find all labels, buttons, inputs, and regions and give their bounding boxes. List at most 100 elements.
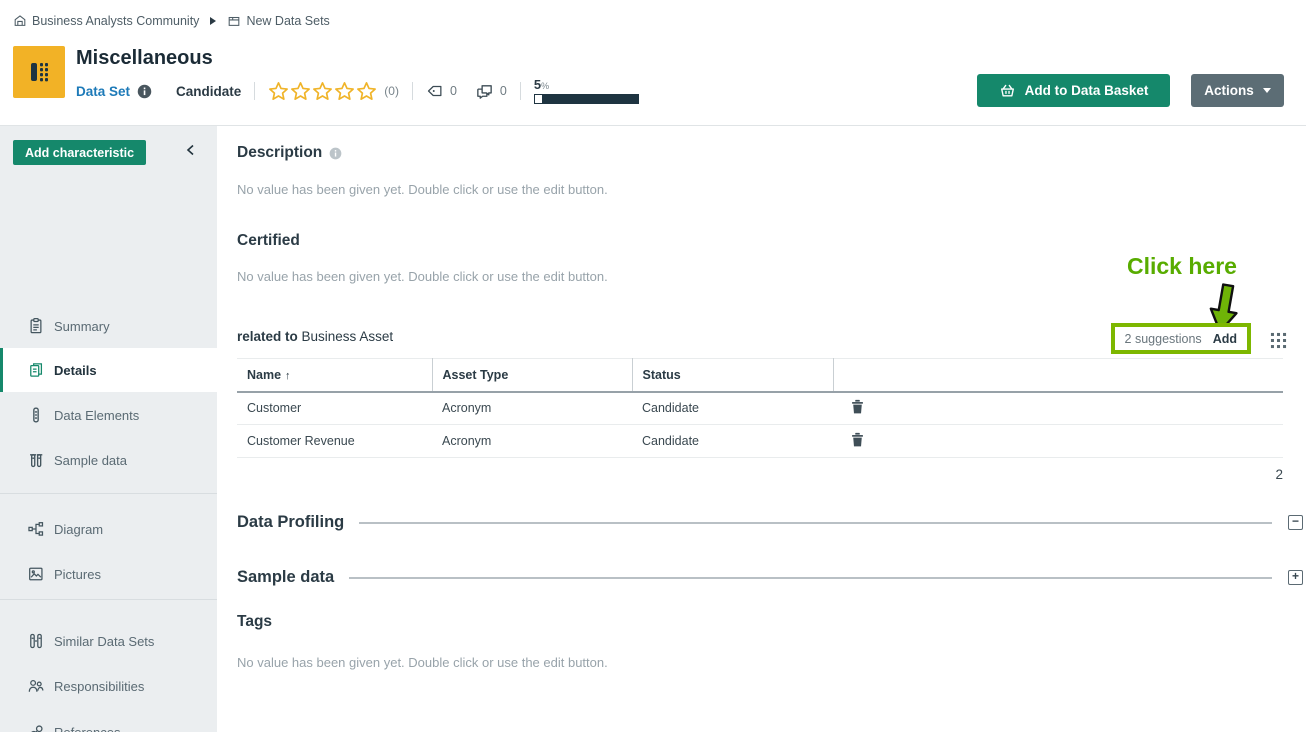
main-content: Description No value has been given yet.… — [217, 126, 1306, 732]
breadcrumb-community[interactable]: Business Analysts Community — [13, 14, 199, 28]
section-divider-line — [359, 522, 1272, 524]
suggestions-highlight-box: 2 suggestions Add — [1111, 323, 1251, 354]
completeness-bar — [534, 94, 639, 104]
add-relation-button[interactable]: Add — [1213, 332, 1237, 346]
page-title: Miscellaneous — [76, 47, 213, 70]
divider — [412, 82, 413, 100]
section-divider-line — [349, 577, 1272, 579]
details-icon — [27, 361, 45, 379]
certified-section-title: Certified — [237, 232, 300, 250]
data-set-icon — [24, 57, 54, 87]
data-profiling-section: Data Profiling − — [237, 513, 1303, 532]
status-badge: Candidate — [176, 84, 241, 99]
delete-relation-button[interactable] — [851, 399, 864, 414]
sidebar: Add characteristic Summary Details Data … — [0, 126, 217, 732]
column-header-status[interactable]: Status — [632, 359, 833, 392]
references-icon — [27, 723, 45, 732]
suggestions-link[interactable]: 2 suggestions — [1125, 332, 1202, 346]
breadcrumb-separator-icon — [210, 17, 216, 25]
data-profiling-title: Data Profiling — [237, 513, 344, 532]
description-title-label: Description — [237, 144, 322, 162]
chevron-down-icon — [1263, 88, 1271, 93]
breadcrumb-community-label: Business Analysts Community — [32, 14, 199, 28]
sample-data-title: Sample data — [237, 568, 334, 587]
certified-placeholder[interactable]: No value has been given yet. Double clic… — [237, 269, 608, 284]
sidebar-item-label: Data Elements — [54, 408, 139, 423]
asset-type-tile — [13, 46, 65, 98]
community-icon — [13, 14, 27, 28]
comments-counter[interactable]: 0 — [475, 82, 507, 101]
relation-title-rest: Business Asset — [302, 329, 394, 344]
summary-icon — [27, 317, 45, 335]
star-icon[interactable] — [312, 81, 333, 102]
description-section-title: Description — [237, 144, 342, 162]
domain-icon — [227, 14, 241, 28]
tags-placeholder[interactable]: No value has been given yet. Double clic… — [237, 655, 608, 670]
rating-count: (0) — [384, 84, 399, 98]
expand-section-button[interactable]: + — [1288, 570, 1303, 585]
table-row: Customer Revenue Acronym Candidate — [237, 425, 1283, 458]
cell-status: Candidate — [632, 392, 833, 425]
sidebar-item-label: Pictures — [54, 567, 101, 582]
sidebar-item-references[interactable]: References — [0, 710, 217, 732]
tags-count: 0 — [450, 84, 457, 98]
cell-asset-type: Acronym — [432, 392, 632, 425]
responsibilities-icon — [27, 677, 45, 695]
cell-name[interactable]: Customer Revenue — [237, 425, 432, 458]
star-icon[interactable] — [268, 81, 289, 102]
column-header-name[interactable]: Name↑ — [237, 359, 432, 392]
asset-type-info-icon[interactable] — [137, 84, 152, 99]
trash-icon — [851, 399, 864, 414]
basket-icon — [999, 82, 1016, 99]
tags-section-title: Tags — [237, 613, 272, 631]
actions-button[interactable]: Actions — [1191, 74, 1284, 107]
click-here-annotation: Click here — [1127, 253, 1237, 280]
completeness-indicator: 5% — [534, 78, 639, 104]
sidebar-collapse-button[interactable] — [184, 142, 197, 163]
sidebar-item-summary[interactable]: Summary — [0, 304, 217, 348]
star-icon[interactable] — [334, 81, 355, 102]
cell-status: Candidate — [632, 425, 833, 458]
add-characteristic-button[interactable]: Add characteristic — [13, 140, 146, 165]
trash-icon — [851, 432, 864, 447]
sidebar-item-sample-data[interactable]: Sample data — [0, 438, 217, 482]
rating-stars[interactable] — [268, 81, 377, 102]
sidebar-divider — [0, 599, 217, 600]
relation-table: Name↑ Asset Type Status Customer Acronym… — [237, 358, 1283, 458]
relation-title-bold: related to — [237, 329, 298, 344]
workspace: Add characteristic Summary Details Data … — [0, 125, 1306, 732]
star-icon[interactable] — [290, 81, 311, 102]
sidebar-item-responsibilities[interactable]: Responsibilities — [0, 664, 217, 708]
collapse-section-button[interactable]: − — [1288, 515, 1303, 530]
sidebar-item-pictures[interactable]: Pictures — [0, 552, 217, 596]
sidebar-item-label: Summary — [54, 319, 110, 334]
breadcrumb: Business Analysts Community New Data Set… — [13, 10, 330, 32]
delete-relation-button[interactable] — [851, 432, 864, 447]
diagram-icon — [27, 520, 45, 538]
column-header-asset-type[interactable]: Asset Type — [432, 359, 632, 392]
description-placeholder[interactable]: No value has been given yet. Double clic… — [237, 182, 608, 197]
sidebar-item-similar-data-sets[interactable]: Similar Data Sets — [0, 619, 217, 663]
star-icon[interactable] — [356, 81, 377, 102]
table-header-row: Name↑ Asset Type Status — [237, 359, 1283, 392]
completeness-bar-fill — [535, 95, 542, 103]
sidebar-item-data-elements[interactable]: Data Elements — [0, 393, 217, 437]
asset-meta-row: Data Set Candidate (0) 0 0 5% — [76, 78, 639, 104]
description-info-icon[interactable] — [329, 147, 342, 160]
sidebar-item-details[interactable]: Details — [0, 348, 217, 392]
tags-title-label: Tags — [237, 613, 272, 631]
sidebar-item-label: Sample data — [54, 453, 127, 468]
sidebar-item-label: Similar Data Sets — [54, 634, 154, 649]
breadcrumb-domain[interactable]: New Data Sets — [227, 14, 329, 28]
asset-type-link[interactable]: Data Set — [76, 84, 130, 99]
pictures-icon — [27, 565, 45, 583]
sort-ascending-icon: ↑ — [285, 370, 291, 382]
cell-name[interactable]: Customer — [237, 392, 432, 425]
sidebar-item-diagram[interactable]: Diagram — [0, 507, 217, 551]
tags-counter[interactable]: 0 — [426, 82, 457, 100]
sidebar-item-label: Diagram — [54, 522, 103, 537]
add-to-data-basket-button[interactable]: Add to Data Basket — [977, 74, 1170, 107]
add-to-data-basket-label: Add to Data Basket — [1025, 83, 1149, 98]
table-options-button[interactable] — [1268, 330, 1288, 350]
breadcrumb-domain-label: New Data Sets — [246, 14, 329, 28]
